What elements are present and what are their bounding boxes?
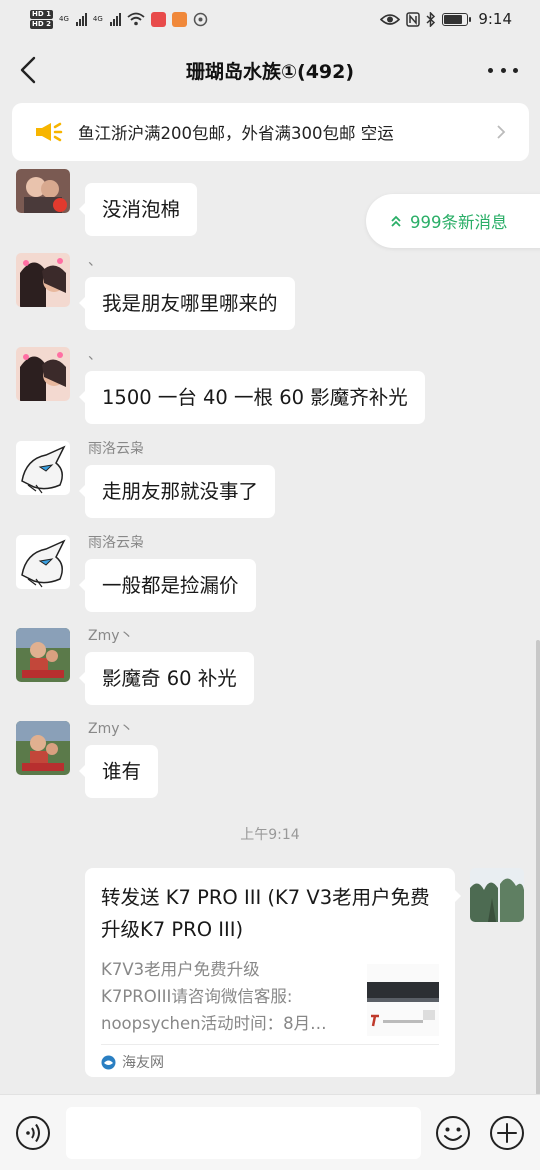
- signal2-icon: [109, 12, 121, 26]
- link-card[interactable]: 转发送 K7 PRO III (K7 V3老用户免费升级K7 PRO III) …: [85, 868, 461, 1077]
- hd2-badge: HD 2: [30, 19, 53, 29]
- new-messages-label: 999条新消息: [410, 213, 508, 232]
- message-bubble[interactable]: 谁有: [78, 745, 159, 798]
- avatar[interactable]: [16, 253, 70, 307]
- chat-title: 珊瑚岛水族①(492): [185, 60, 355, 83]
- notification-mail-icon: [171, 11, 187, 27]
- link-card-desc-line: K7V3老用户免费升级: [101, 960, 260, 979]
- link-card-body: K7V3老用户免费升级 K7PROIII请咨询微信客服: noopsychen活…: [101, 956, 439, 1040]
- message-bubble[interactable]: 走朋友那就没事了: [78, 465, 276, 518]
- message-bubble[interactable]: 影魔奇 60 补光: [79, 652, 254, 705]
- sender-name: 、: [88, 347, 102, 363]
- network1-label: 4G: [58, 15, 69, 23]
- hd-indicators: HD 1 HD 2: [30, 9, 53, 29]
- signal1-icon: [75, 12, 87, 26]
- message-input[interactable]: [66, 1107, 421, 1159]
- sender-name: 雨洛云枭: [88, 441, 144, 457]
- message-bubble[interactable]: 我是朋友哪里哪来的: [79, 277, 295, 330]
- status-left: HD 1 HD 2 4G 4G: [30, 9, 208, 29]
- avatar[interactable]: [16, 169, 70, 213]
- notice-text: 鱼江浙沪满200包邮，外省满300包邮 空运: [78, 124, 394, 143]
- sender-name: 、: [88, 253, 102, 269]
- status-right: 9:14: [380, 10, 512, 28]
- plus-icon[interactable]: [489, 1115, 525, 1151]
- my-avatar[interactable]: [470, 868, 524, 922]
- link-card-source: 海友网: [122, 1055, 164, 1071]
- avatar[interactable]: [16, 441, 70, 495]
- clock: 9:14: [478, 10, 512, 28]
- megaphone-icon: [36, 122, 63, 142]
- hd1-badge: HD 1: [30, 9, 53, 19]
- group-notice-banner[interactable]: 鱼江浙沪满200包邮，外省满300包邮 空运: [12, 103, 529, 161]
- link-card-desc-line: noopsychen活动时间：8月…: [101, 1014, 327, 1033]
- message-bubble[interactable]: 一般都是捡漏价: [79, 559, 256, 612]
- source-logo-icon: [101, 1055, 116, 1069]
- avatar[interactable]: [16, 347, 70, 401]
- network2-label: 4G: [92, 15, 103, 23]
- avatar[interactable]: [16, 721, 70, 775]
- link-card-title: 转发送 K7 PRO III (K7 V3老用户免费升级K7 PRO III): [101, 886, 430, 941]
- chevron-right-icon: [497, 125, 506, 139]
- new-messages-button[interactable]: 999条新消息: [366, 194, 540, 248]
- voice-icon[interactable]: [15, 1115, 51, 1151]
- scrollbar[interactable]: [536, 640, 540, 1095]
- timestamp: 上午9:14: [240, 827, 300, 843]
- sender-name: Zmy丶: [88, 721, 134, 737]
- double-chevron-up-icon: [391, 215, 401, 227]
- avatar[interactable]: [16, 628, 70, 682]
- link-card-footer: 海友网: [101, 1044, 439, 1072]
- hotspot-icon: [193, 12, 208, 26]
- notification-app-icon: [150, 11, 166, 27]
- wifi-icon: [127, 12, 145, 26]
- link-card-thumbnail: [367, 964, 439, 1036]
- chat-header: 珊瑚岛水族①(492): [0, 38, 540, 102]
- battery-icon: [442, 12, 472, 26]
- more-options-button[interactable]: [488, 58, 518, 82]
- link-card-desc-line: K7PROIII请咨询微信客服:: [101, 987, 293, 1006]
- back-icon[interactable]: [16, 54, 42, 86]
- avatar[interactable]: [16, 535, 70, 589]
- message-bubble[interactable]: 没消泡棉: [78, 183, 198, 236]
- emoji-icon[interactable]: [435, 1115, 471, 1151]
- sender-name: Zmy丶: [88, 628, 134, 644]
- message-bubble[interactable]: 1500 一台 40 一根 60 影魔齐补光: [79, 371, 425, 424]
- input-bar: [0, 1094, 540, 1170]
- eye-icon: [380, 13, 401, 25]
- link-card-description: K7V3老用户免费升级 K7PROIII请咨询微信客服: noopsychen活…: [101, 956, 359, 1040]
- bluetooth-icon: [426, 11, 436, 27]
- status-bar: HD 1 HD 2 4G 4G 9:14: [0, 0, 540, 38]
- nfc-icon: [406, 11, 421, 27]
- sender-name: 雨洛云枭: [88, 535, 144, 551]
